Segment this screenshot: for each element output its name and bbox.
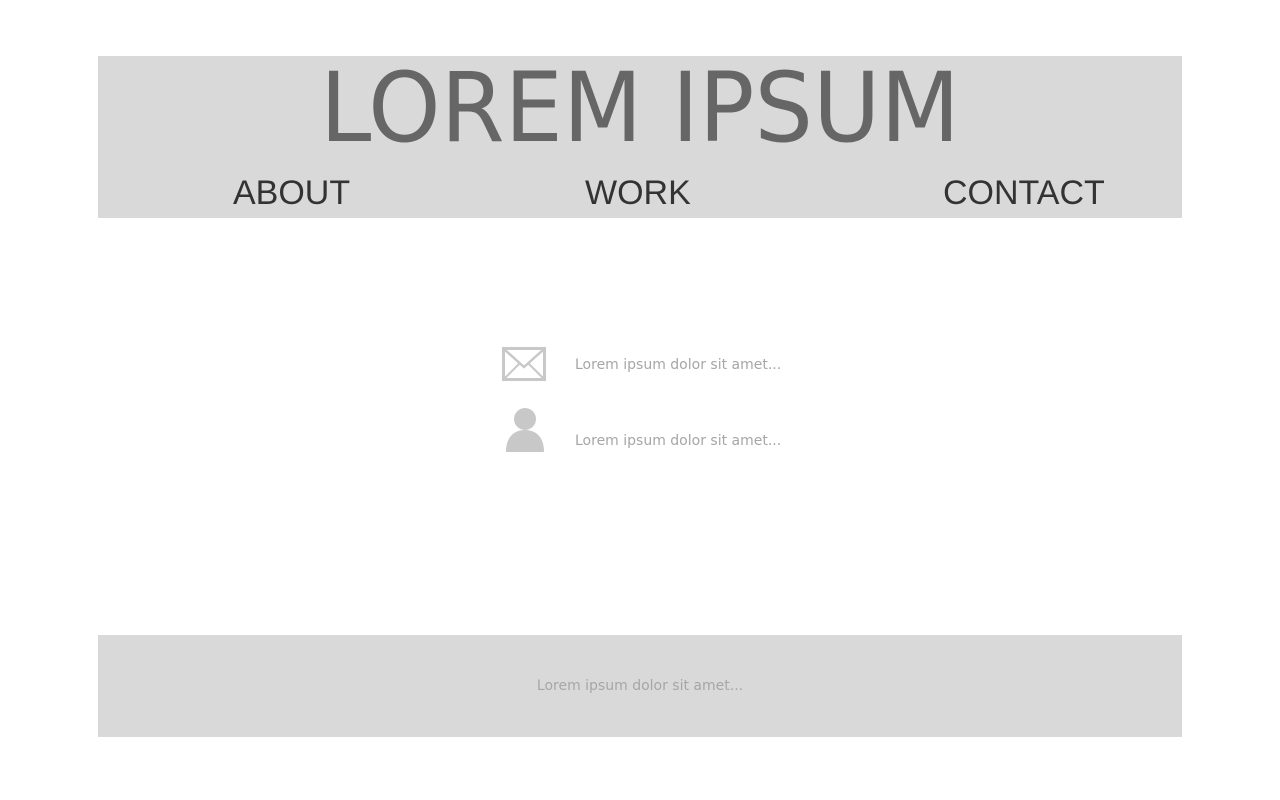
site-footer: Lorem ipsum dolor sit amet... xyxy=(98,635,1182,737)
contact-item-email: Lorem ipsum dolor sit amet... xyxy=(500,342,820,392)
contact-person-text: Lorem ipsum dolor sit amet... xyxy=(575,433,782,449)
site-title: LOREM IPSUM xyxy=(320,52,960,164)
person-icon xyxy=(506,408,544,452)
contact-item-person: Lorem ipsum dolor sit amet... xyxy=(500,404,820,454)
footer-text: Lorem ipsum dolor sit amet... xyxy=(536,678,744,694)
nav-contact[interactable]: CONTACT xyxy=(943,176,1105,210)
nav-about[interactable]: ABOUT xyxy=(233,176,350,210)
nav-work[interactable]: WORK xyxy=(585,176,691,210)
contact-email-text: Lorem ipsum dolor sit amet... xyxy=(575,357,782,373)
envelope-icon xyxy=(502,347,546,381)
